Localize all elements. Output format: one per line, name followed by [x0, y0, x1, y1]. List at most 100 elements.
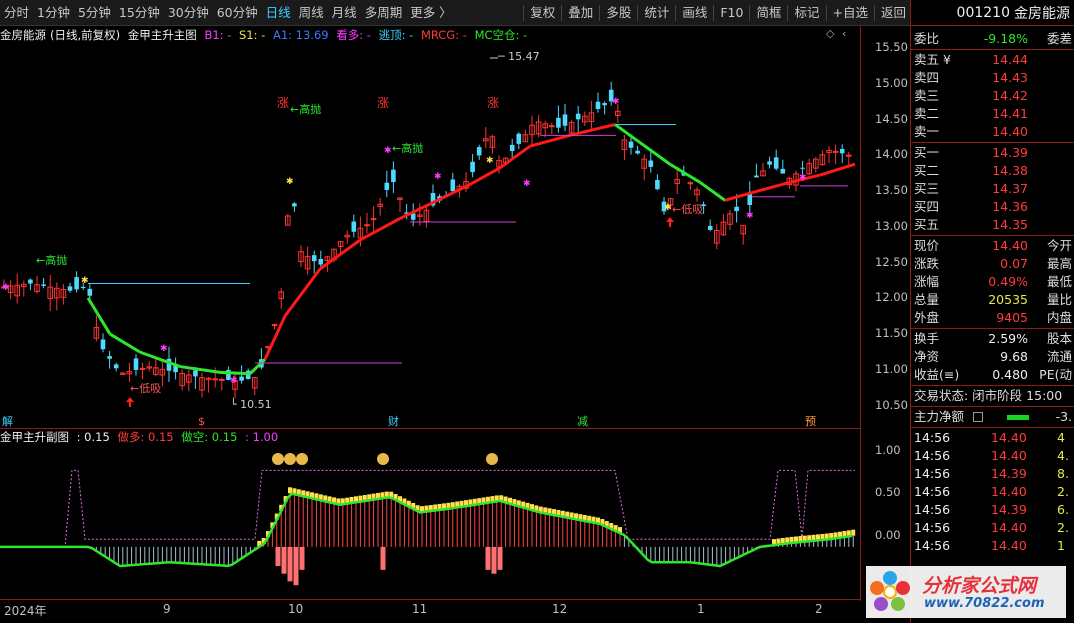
chart-mode: (日线,前复权) — [50, 28, 121, 42]
stock-header: 001210 金房能源 — [911, 0, 1074, 26]
f10-button[interactable]: F10 — [716, 0, 747, 26]
period-tab[interactable]: 分时 — [0, 0, 33, 26]
value: 14.35 — [992, 217, 1028, 232]
candle-body — [562, 114, 568, 126]
stats-button[interactable]: 统计 — [640, 0, 673, 26]
money-bag-icon — [377, 453, 389, 465]
back-button[interactable]: 返回 — [877, 0, 910, 26]
stat-row: 外盘 9405 内盘 — [911, 309, 1074, 327]
period-tab[interactable]: 60分钟 — [213, 0, 262, 26]
simple-frame-button[interactable]: 简框 — [752, 0, 785, 26]
stats-list: 现价 14.40 今开 涨跌 0.07 最高 涨幅 0.49% 最低 总量 20535 量比 外… — [911, 237, 1074, 327]
candle-body — [139, 367, 146, 370]
period-tab[interactable]: 周线 — [295, 0, 328, 26]
diamond-icon[interactable]: ◇ — [826, 27, 834, 40]
label: 卖四 — [914, 70, 940, 85]
ask-row[interactable]: 卖四 14.43 — [911, 69, 1074, 87]
star-marker: ✱ — [523, 179, 531, 189]
adjust-button[interactable]: 复权 — [526, 0, 559, 26]
divider — [911, 427, 1074, 428]
volume: 2. — [1057, 484, 1069, 499]
more-periods-button[interactable]: 更多 〉 — [406, 0, 455, 26]
bid-row[interactable]: 买一 14.39 — [911, 144, 1074, 162]
candle-body — [780, 168, 786, 174]
candlestick-chart[interactable]: ←高抛 ←高抛 ←高抛 ←低吸 ←低吸 ─ 15.47 └ 10.51 ✱ ✱ ✱ ✱ ✱ ✱ ✱ ✱ ✱ ✱ ✱… — [0, 45, 860, 428]
date-label: 9 — [163, 602, 171, 616]
period-toolbar: 分时 1分钟 5分钟 15分钟 30分钟 60分钟 日线 周线 月线 多周期 更… — [0, 0, 910, 26]
volume: 1 — [1057, 538, 1065, 553]
event-marker: 财 — [388, 414, 399, 428]
candle-body — [767, 161, 772, 165]
add-watchlist-button[interactable]: +自选 — [829, 0, 872, 26]
bid-row[interactable]: 买二 14.38 — [911, 162, 1074, 180]
candle-body — [839, 148, 845, 154]
sub-axis-label: 1.00 — [875, 443, 901, 457]
volume-bar — [491, 546, 497, 574]
gaopao-label: ←高抛 — [290, 102, 321, 116]
bid-row[interactable]: 买四 14.36 — [911, 198, 1074, 216]
volume-bar — [485, 546, 491, 570]
stock-name: 金房能源 — [0, 28, 46, 42]
tick-row: 14:56 14.40 2. — [911, 483, 1074, 501]
main-indicator-title: 金房能源 (日线,前复权) 金甲主升主图 B1: - S1: - A1: 13.6… — [0, 26, 860, 44]
period-tab[interactable]: 15分钟 — [115, 0, 164, 26]
star-marker: ✱ — [286, 177, 294, 187]
list-icon[interactable] — [973, 412, 983, 422]
stock-chart-app: { "toolbar":{ "periods":["分时","1分钟","5分钟… — [0, 0, 1074, 623]
stat-row: 涨跌 0.07 最高 — [911, 255, 1074, 273]
price-axis-label: 13.50 — [875, 183, 908, 197]
period-tab-daily[interactable]: 日线 — [262, 0, 295, 26]
trend-line-segment — [109, 332, 141, 354]
sub-axis-label: 0.50 — [875, 485, 901, 499]
stat-row: 收益(≡) 0.480 PE(动 — [911, 366, 1074, 384]
gaopao-label: ←高抛 — [392, 141, 423, 155]
draw-line-button[interactable]: 画线 — [678, 0, 711, 26]
histogram-cap — [288, 487, 292, 494]
volume-bar — [380, 546, 386, 570]
divider — [911, 235, 1074, 236]
ask-row[interactable]: 卖一 14.40 — [911, 123, 1074, 141]
overlay-button[interactable]: 叠加 — [564, 0, 597, 26]
candle-body — [67, 286, 73, 291]
tick-row: 14:56 14.40 1 — [911, 537, 1074, 555]
period-tab[interactable]: 多周期 — [361, 0, 407, 26]
period-tab[interactable]: 30分钟 — [164, 0, 213, 26]
label: PE(动 — [1039, 367, 1072, 382]
sub-indicator-name[interactable]: 金甲主升副图 — [0, 430, 69, 444]
ask-row[interactable]: 卖五 ¥ 14.44 — [911, 51, 1074, 69]
s1-value: S1: - — [239, 28, 266, 42]
period-tab[interactable]: 5分钟 — [74, 0, 115, 26]
price: 14.40 — [991, 448, 1027, 463]
time: 14:56 — [914, 430, 951, 445]
multi-stock-button[interactable]: 多股 — [602, 0, 635, 26]
label: 买一 — [914, 145, 940, 160]
candle-body — [754, 175, 759, 178]
volume-bar — [293, 546, 299, 586]
volume-bar — [275, 546, 281, 567]
chevron-left-icon[interactable]: ‹ — [842, 27, 846, 40]
candle-body — [648, 160, 654, 167]
period-tab[interactable]: 月线 — [328, 0, 361, 26]
candle-body — [595, 101, 601, 110]
mark-button[interactable]: 标记 — [790, 0, 823, 26]
period-tab[interactable]: 1分钟 — [33, 0, 74, 26]
main-flow-row[interactable]: 主力净额 -3. — [911, 408, 1074, 426]
watermark-logo: 分析家公式网 www.70822.com — [866, 566, 1066, 618]
bid-row[interactable]: 买三 14.37 — [911, 180, 1074, 198]
divider — [713, 4, 715, 21]
divider — [749, 4, 751, 21]
up-arrow-icon — [126, 397, 134, 407]
divider — [825, 4, 827, 21]
zhang-label: 涨 — [277, 95, 289, 110]
ask-row[interactable]: 卖二 14.41 — [911, 105, 1074, 123]
date-label: 1 — [697, 602, 705, 616]
bid-row[interactable]: 买五 14.35 — [911, 216, 1074, 234]
trend-line-segment — [499, 144, 531, 170]
indicator-name[interactable]: 金甲主升主图 — [128, 28, 197, 42]
value: 9.68 — [1000, 349, 1028, 364]
label: 买三 — [914, 181, 940, 196]
ask-row[interactable]: 卖三 14.42 — [911, 87, 1074, 105]
sub-indicator-chart[interactable] — [0, 445, 860, 599]
trend-line-segment — [263, 315, 287, 360]
candle-body — [549, 125, 555, 128]
